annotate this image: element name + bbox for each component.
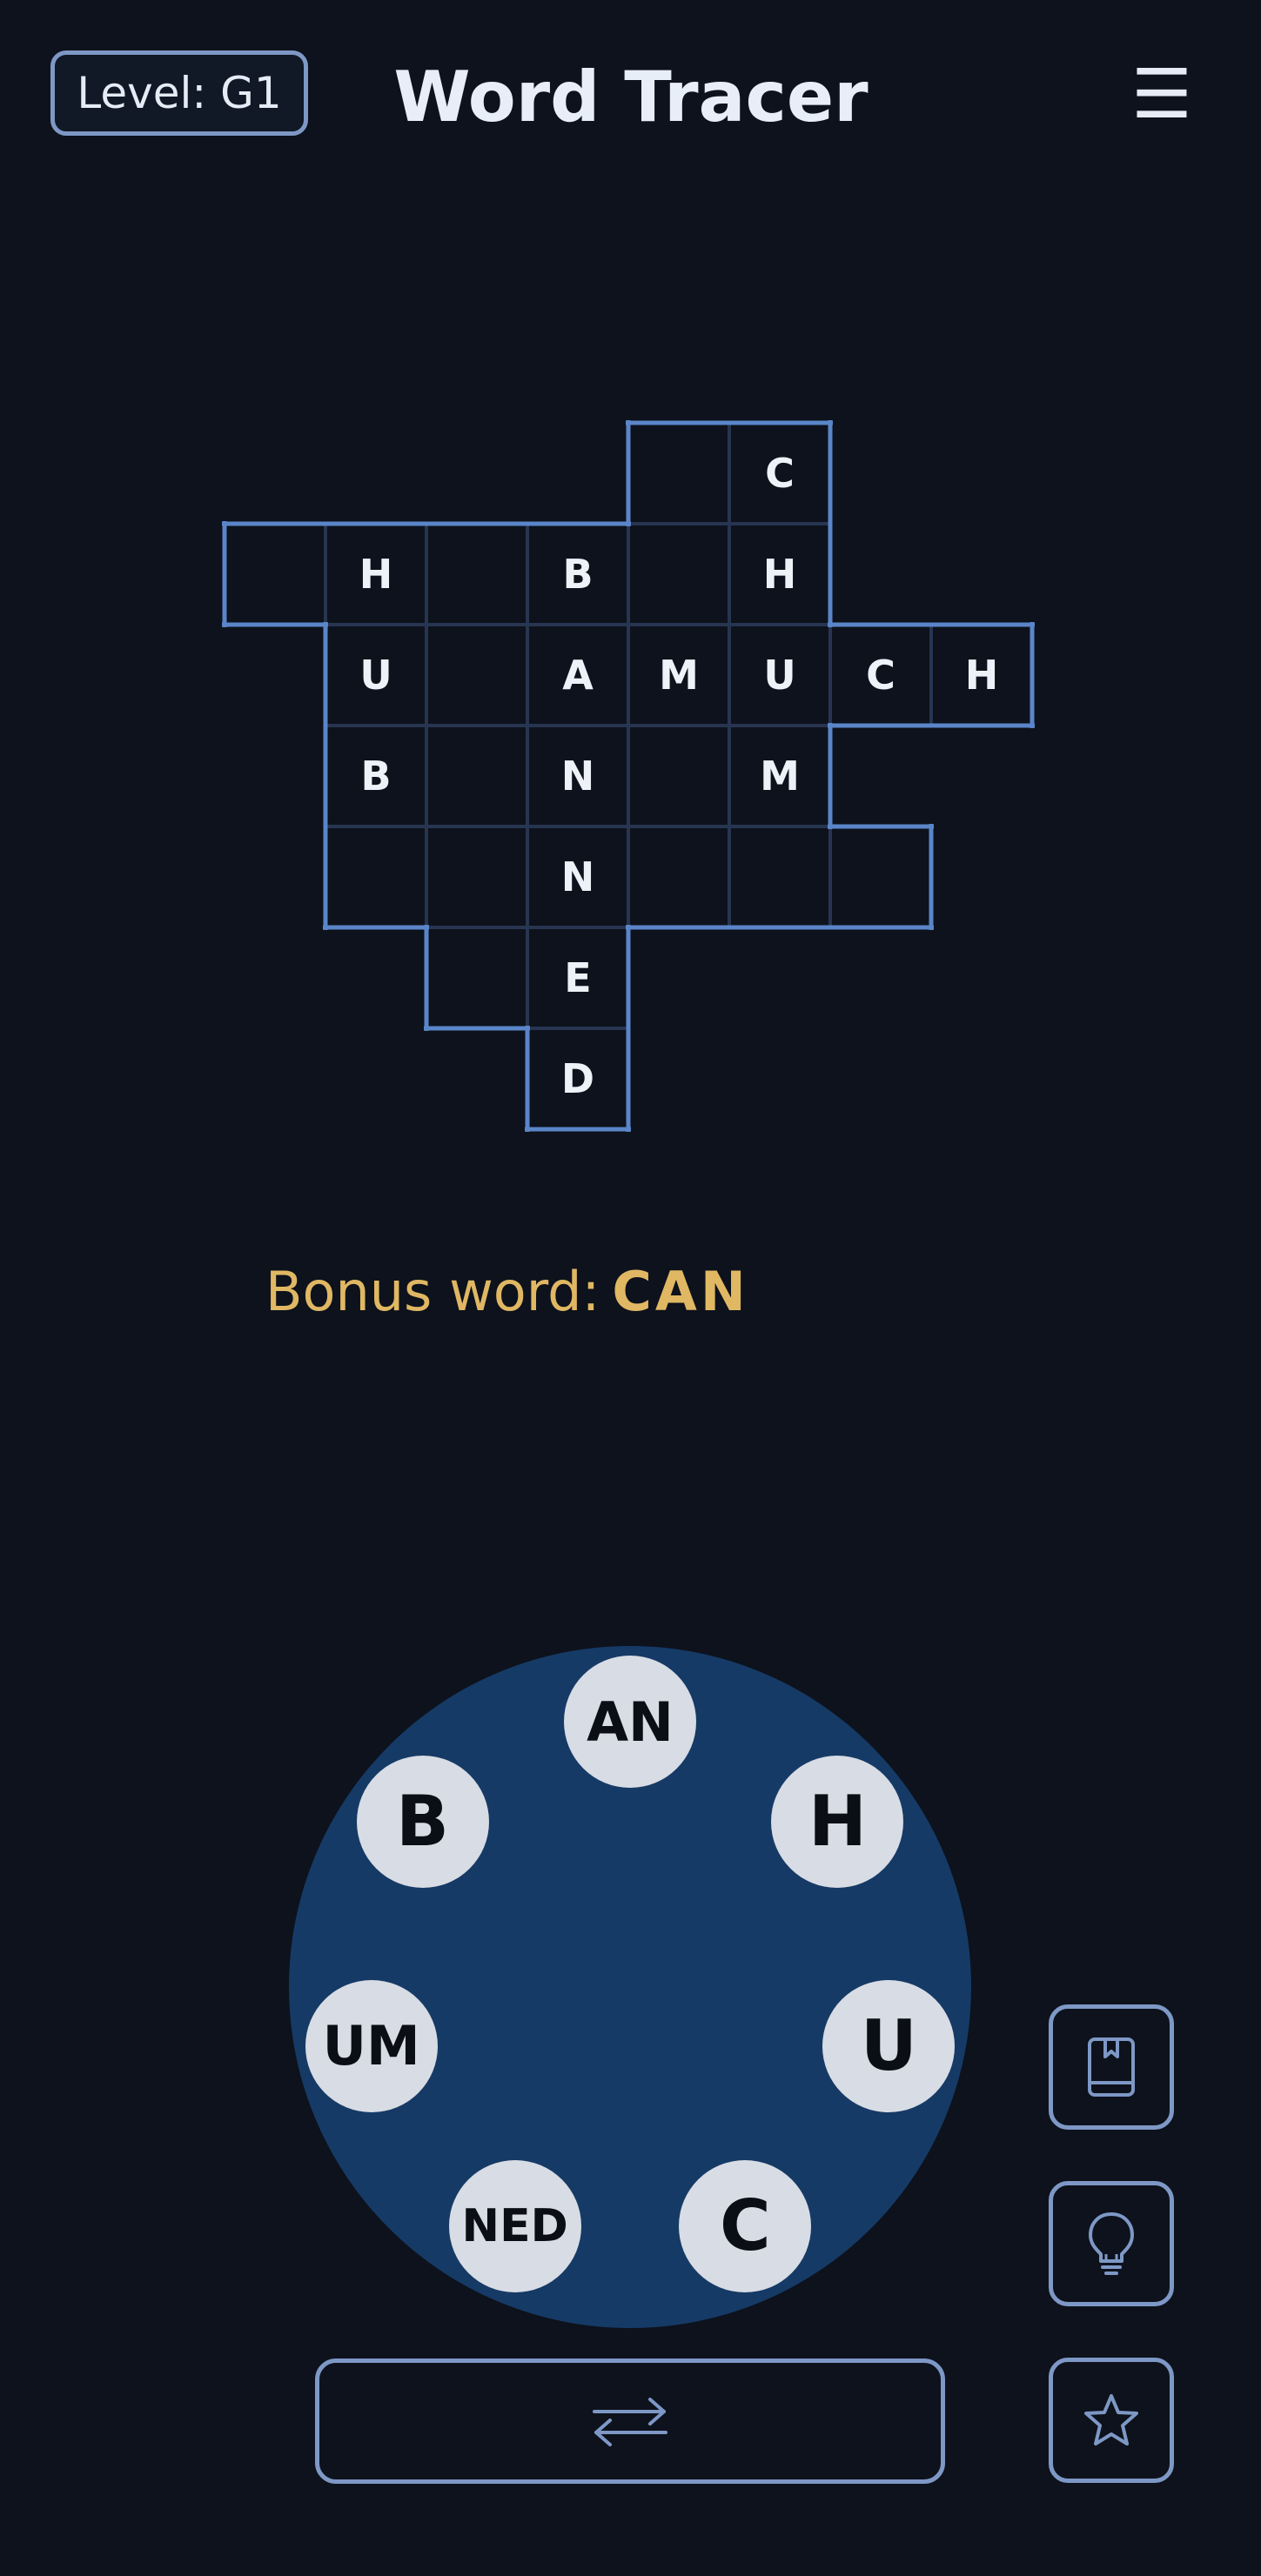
star-icon	[1084, 2394, 1138, 2446]
grid-cell	[628, 726, 729, 826]
grid-cell	[628, 524, 729, 625]
grid-cell: M	[628, 625, 729, 726]
grid-cell	[426, 826, 527, 927]
grid-cell	[426, 524, 527, 625]
grid-cell: U	[729, 625, 830, 726]
grid-cell: B	[325, 726, 426, 826]
letter-tile[interactable]: AN	[564, 1656, 696, 1788]
shuffle-arrows-icon	[593, 2398, 667, 2446]
grid-cell: E	[527, 927, 628, 1028]
grid-cell: B	[527, 524, 628, 625]
bonus-word: CAN	[612, 1260, 749, 1323]
grid-cell: C	[729, 423, 830, 524]
grid-cell: M	[729, 726, 830, 826]
lightbulb-icon	[1089, 2212, 1134, 2275]
grid-cell: D	[527, 1028, 628, 1129]
grid-cell: A	[527, 625, 628, 726]
letter-wheel[interactable]: AN H U C NED UM B	[289, 1646, 971, 2328]
favorite-button[interactable]	[1049, 2358, 1174, 2483]
grid-cell	[426, 927, 527, 1028]
crossword-grid: CHBHUAMUCHBNMNED	[0, 0, 1261, 1218]
bonus-label: Bonus word:	[265, 1260, 600, 1323]
letter-tile[interactable]: UM	[305, 1979, 438, 2112]
grid-cell: C	[830, 625, 931, 726]
grid-cell	[830, 826, 931, 927]
grid-cell	[426, 726, 527, 826]
grid-cell: H	[729, 524, 830, 625]
dictionary-button[interactable]	[1049, 2004, 1174, 2130]
grid-cell: N	[527, 726, 628, 826]
grid-cell	[426, 625, 527, 726]
grid-cell: N	[527, 826, 628, 927]
grid-cell: H	[931, 625, 1032, 726]
hint-button[interactable]	[1049, 2181, 1174, 2306]
grid-cell	[325, 826, 426, 927]
letter-tile[interactable]: C	[679, 2159, 812, 2292]
grid-cell: H	[325, 524, 426, 625]
shuffle-button[interactable]	[315, 2359, 945, 2484]
letter-tile[interactable]: B	[356, 1755, 489, 1888]
letter-tile[interactable]: H	[771, 1755, 904, 1888]
grid-cell	[628, 826, 729, 927]
letter-tile[interactable]: U	[822, 1979, 956, 2112]
book-icon	[1088, 2037, 1135, 2097]
grid-cell	[225, 524, 325, 625]
grid-cell: U	[325, 625, 426, 726]
bonus-word-line: Bonus word: CAN	[265, 1253, 749, 1331]
grid-cell	[628, 423, 729, 524]
grid-cell	[729, 826, 830, 927]
letter-tile[interactable]: NED	[448, 2159, 581, 2292]
